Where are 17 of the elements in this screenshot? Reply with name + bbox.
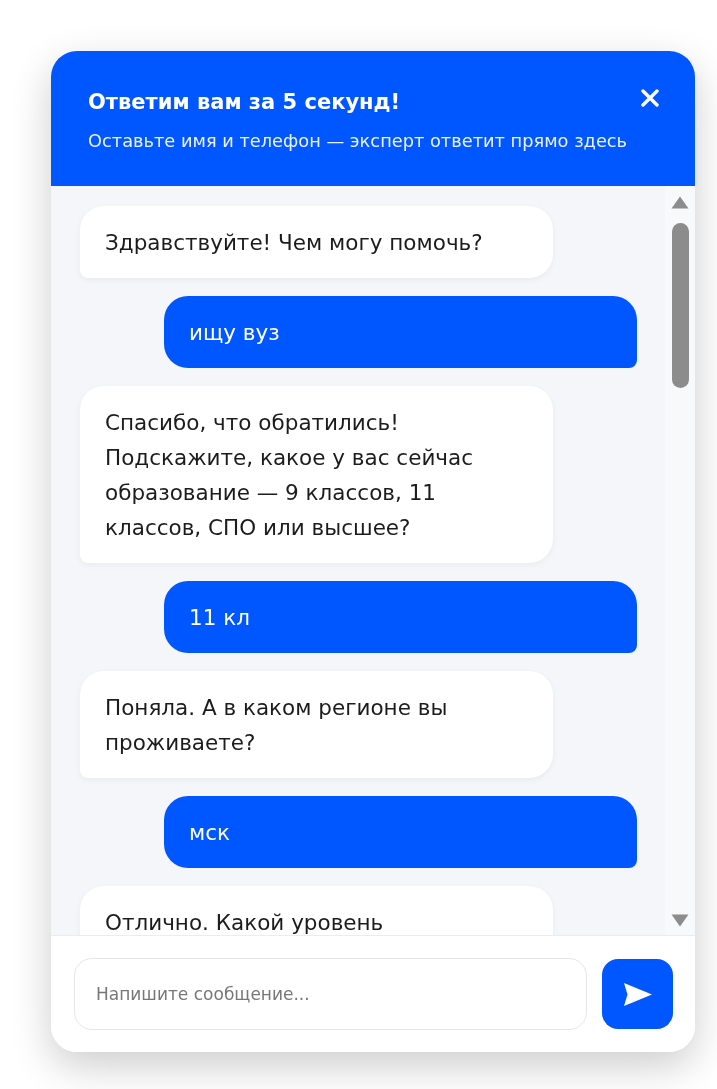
scrollbar-thumb[interactable] [671, 223, 689, 388]
scroll-down-icon[interactable] [671, 914, 689, 927]
message-input[interactable]: Напишите сообщение... [74, 958, 587, 1030]
message-text: Поняла. А в каком регионе вы проживаете? [105, 694, 448, 755]
close-button[interactable] [641, 89, 659, 107]
message-text: Отлично. Какой уровень [105, 909, 384, 935]
message-text: 11 кл [189, 604, 250, 630]
chat-title: Ответим вам за 5 секунд! [88, 89, 401, 116]
message-text: ищу вуз [189, 319, 280, 345]
message-text: Здравствуйте! Чем могу помочь? [105, 229, 483, 255]
message-text: Спасибо, что обратились! Подскажите, какое у вас сейчас образование — 9 классов, 11 классов, СПО или высшее? [105, 409, 474, 540]
message-text: мск [189, 819, 231, 845]
chat-subtitle: Оставьте имя и телефон — эксперт ответит прямо здесь [88, 129, 628, 153]
scroll-up-icon[interactable] [671, 196, 689, 209]
send-icon [623, 982, 652, 1006]
send-button[interactable] [602, 959, 673, 1029]
close-icon [641, 89, 659, 107]
